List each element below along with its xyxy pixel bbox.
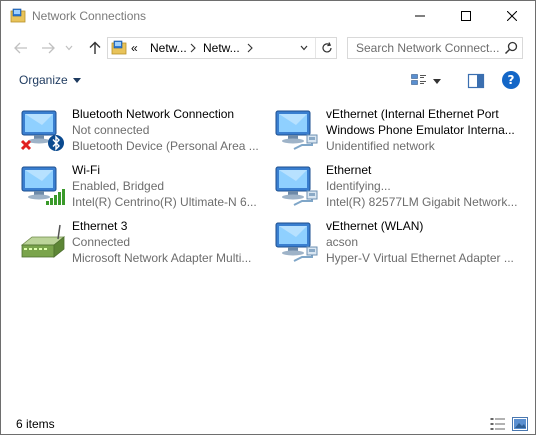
connections-list: Bluetooth Network Connection Not connect…	[1, 101, 535, 401]
help-button[interactable]: ?	[502, 71, 520, 89]
forward-button[interactable]	[38, 37, 58, 59]
breadcrumb-item[interactable]: Netw...	[203, 41, 240, 55]
item-details: Bluetooth Network Connection Not connect…	[72, 106, 268, 154]
connection-name: vEthernet (WLAN)	[326, 219, 424, 233]
address-divider	[315, 38, 316, 58]
up-arrow-icon	[89, 41, 101, 54]
close-icon	[507, 11, 517, 21]
breadcrumb-overflow[interactable]: «	[131, 41, 138, 55]
change-view-button[interactable]	[411, 71, 451, 91]
ethernet-adapter-icon	[275, 222, 318, 262]
connection-device: Intel(R) Centrino(R) Ultimate-N 6...	[72, 195, 257, 209]
connection-name: Ethernet 3	[72, 219, 128, 233]
breadcrumb-item[interactable]: Netw...	[150, 41, 187, 55]
address-history-button[interactable]	[294, 38, 314, 58]
refresh-icon	[322, 42, 332, 53]
large-icons-view-icon[interactable]	[512, 417, 528, 431]
chevron-down-icon	[300, 45, 308, 51]
item-details: vEthernet (WLAN) acson Hyper-V Virtual E…	[326, 218, 522, 266]
list-item-ethernet[interactable]: Ethernet Identifying... Intel(R) 82577LM…	[272, 159, 522, 211]
bluetooth-adapter-icon	[20, 110, 64, 151]
close-button[interactable]	[489, 1, 535, 31]
caret-down-icon	[433, 78, 441, 84]
address-row: « Netw... Netw... Search Network Connect…	[1, 34, 535, 62]
preview-pane-icon[interactable]	[467, 72, 485, 90]
forward-arrow-icon	[42, 42, 55, 54]
connection-device: Intel(R) 82577LM Gigabit Network...	[326, 195, 518, 209]
view-options-icon	[411, 74, 426, 85]
minimize-button[interactable]	[397, 1, 443, 31]
organize-label: Organize	[19, 73, 68, 87]
connection-status: Not connected	[72, 123, 150, 137]
maximize-icon	[461, 11, 471, 21]
network-connections-window: Network Connections « Netw... Netw... Se…	[0, 0, 536, 435]
organize-menu-button[interactable]: Organize	[19, 73, 81, 87]
connection-status: Enabled, Bridged	[72, 179, 165, 193]
list-item-bluetooth-network-connection[interactable]: Bluetooth Network Connection Not connect…	[18, 103, 268, 155]
item-count: 6 items	[16, 417, 55, 431]
connection-name: Ethernet	[326, 163, 372, 177]
connection-device: Bluetooth Device (Personal Area ...	[72, 139, 259, 153]
item-details: vEthernet (Internal Ethernet Port Window…	[326, 106, 522, 154]
address-bar[interactable]: « Netw... Netw...	[107, 37, 337, 59]
connection-device: Hyper-V Virtual Ethernet Adapter ...	[326, 251, 514, 265]
back-button[interactable]	[11, 37, 31, 59]
ethernet-adapter-icon	[275, 110, 318, 150]
connection-device: Unidentified network	[326, 139, 435, 153]
chevron-down-icon	[65, 45, 73, 51]
list-item-ethernet-3[interactable]: Ethernet 3 Connected Microsoft Network A…	[18, 215, 268, 267]
refresh-button[interactable]	[317, 38, 337, 58]
up-button[interactable]	[85, 37, 105, 59]
connection-device: Microsoft Network Adapter Multi...	[72, 251, 252, 265]
network-folder-icon	[10, 8, 26, 23]
item-details: Ethernet 3 Connected Microsoft Network A…	[72, 218, 268, 266]
connection-name: Wi-Fi	[72, 163, 100, 177]
search-box[interactable]: Search Network Connect...	[347, 37, 523, 59]
list-item-wi-fi[interactable]: Wi-Fi Enabled, Bridged Intel(R) Centrino…	[18, 159, 268, 211]
search-input[interactable]: Search Network Connect...	[356, 41, 499, 55]
connection-status: acson	[326, 235, 359, 249]
maximize-button[interactable]	[443, 1, 489, 31]
item-details: Wi-Fi Enabled, Bridged Intel(R) Centrino…	[72, 162, 268, 210]
connection-status: Windows Phone Emulator Interna...	[326, 123, 515, 137]
connection-name: vEthernet (Internal Ethernet Port	[326, 107, 499, 121]
caret-down-icon	[72, 77, 81, 83]
window-title: Network Connections	[32, 9, 147, 23]
connection-status: Identifying...	[326, 179, 391, 193]
bridge-adapter-icon	[20, 224, 66, 258]
back-arrow-icon	[14, 42, 27, 54]
item-details: Ethernet Identifying... Intel(R) 82577LM…	[326, 162, 522, 210]
details-view-icon[interactable]	[490, 417, 506, 431]
chevron-right-icon[interactable]	[245, 40, 255, 56]
chevron-right-icon[interactable]	[188, 40, 198, 56]
list-item-vethernet-internal[interactable]: vEthernet (Internal Ethernet Port Window…	[272, 103, 522, 155]
command-bar: Organize ?	[1, 67, 535, 95]
list-item-vethernet-wlan[interactable]: vEthernet (WLAN) acson Hyper-V Virtual E…	[272, 215, 522, 267]
recent-locations-button[interactable]	[63, 37, 75, 59]
connection-status: Connected	[72, 235, 131, 249]
status-bar: 6 items	[1, 413, 535, 435]
search-icon[interactable]	[504, 41, 518, 55]
connection-name: Bluetooth Network Connection	[72, 107, 235, 121]
ethernet-adapter-icon	[275, 166, 318, 206]
minimize-icon	[415, 15, 425, 17]
title-bar: Network Connections	[1, 1, 535, 31]
wifi-adapter-icon	[21, 166, 65, 205]
network-folder-icon	[111, 40, 127, 55]
